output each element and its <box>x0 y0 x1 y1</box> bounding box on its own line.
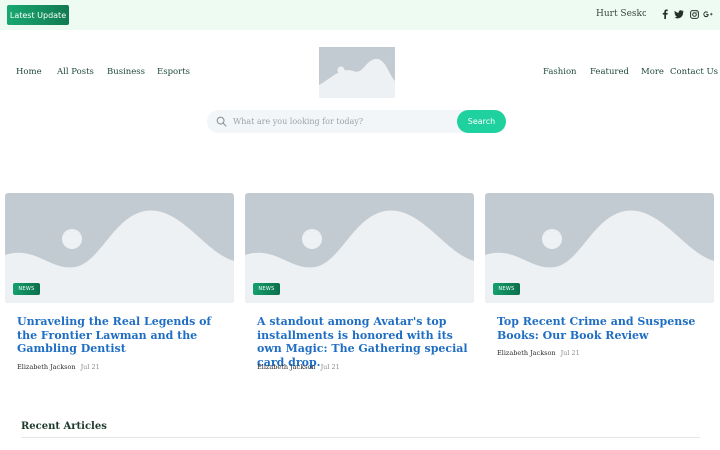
facebook-icon[interactable] <box>660 9 670 19</box>
post-date: Jul 21 <box>560 349 580 357</box>
nav-contact-us[interactable]: Contact Us <box>670 67 718 77</box>
category-badge[interactable]: NEWS <box>493 283 520 295</box>
author-link[interactable]: Elizabeth Jackson <box>17 363 76 371</box>
author-link[interactable]: Elizabeth Jackson <box>497 349 556 357</box>
nav-more[interactable]: More <box>641 67 664 77</box>
search-button[interactable]: Search <box>457 110 506 133</box>
nav-fashion[interactable]: Fashion <box>543 67 577 77</box>
article-meta: Elizabeth Jackson Jul 21 <box>257 363 340 371</box>
nav-featured[interactable]: Featured <box>590 67 629 77</box>
author-link[interactable]: Elizabeth Jackson <box>257 363 316 371</box>
article-title[interactable]: A standout among Avatar's top installmen… <box>257 315 469 369</box>
recent-articles-heading: Recent Articles <box>21 421 107 432</box>
article-title[interactable]: Unraveling the Real Legends of the Front… <box>17 315 229 356</box>
search-icon <box>216 116 227 127</box>
post-date: Jul 21 <box>80 363 100 371</box>
search-bar: Search <box>207 110 506 133</box>
nav-business[interactable]: Business <box>107 67 145 77</box>
category-badge[interactable]: NEWS <box>13 283 40 295</box>
article-title[interactable]: Top Recent Crime and Suspense Books: Our… <box>497 315 709 342</box>
image-placeholder-icon <box>319 47 395 98</box>
section-divider <box>21 437 700 438</box>
nav-esports[interactable]: Esports <box>157 67 190 77</box>
instagram-icon[interactable] <box>689 9 699 19</box>
article-meta: Elizabeth Jackson Jul 21 <box>17 363 100 371</box>
news-ticker[interactable]: Hurt Sesko to <box>596 9 646 21</box>
search-input[interactable] <box>233 110 461 133</box>
top-bar: Latest Update Hurt Sesko to <box>0 0 720 30</box>
category-badge[interactable]: NEWS <box>253 283 280 295</box>
site-logo[interactable] <box>319 47 395 98</box>
nav-home[interactable]: Home <box>16 67 42 77</box>
twitter-icon[interactable] <box>674 9 684 19</box>
post-date: Jul 21 <box>320 363 340 371</box>
google-plus-icon[interactable] <box>703 9 713 19</box>
nav-all-posts[interactable]: All Posts <box>57 67 94 77</box>
search-field[interactable] <box>207 110 467 133</box>
article-meta: Elizabeth Jackson Jul 21 <box>497 349 580 357</box>
latest-update-button[interactable]: Latest Update <box>7 5 69 25</box>
